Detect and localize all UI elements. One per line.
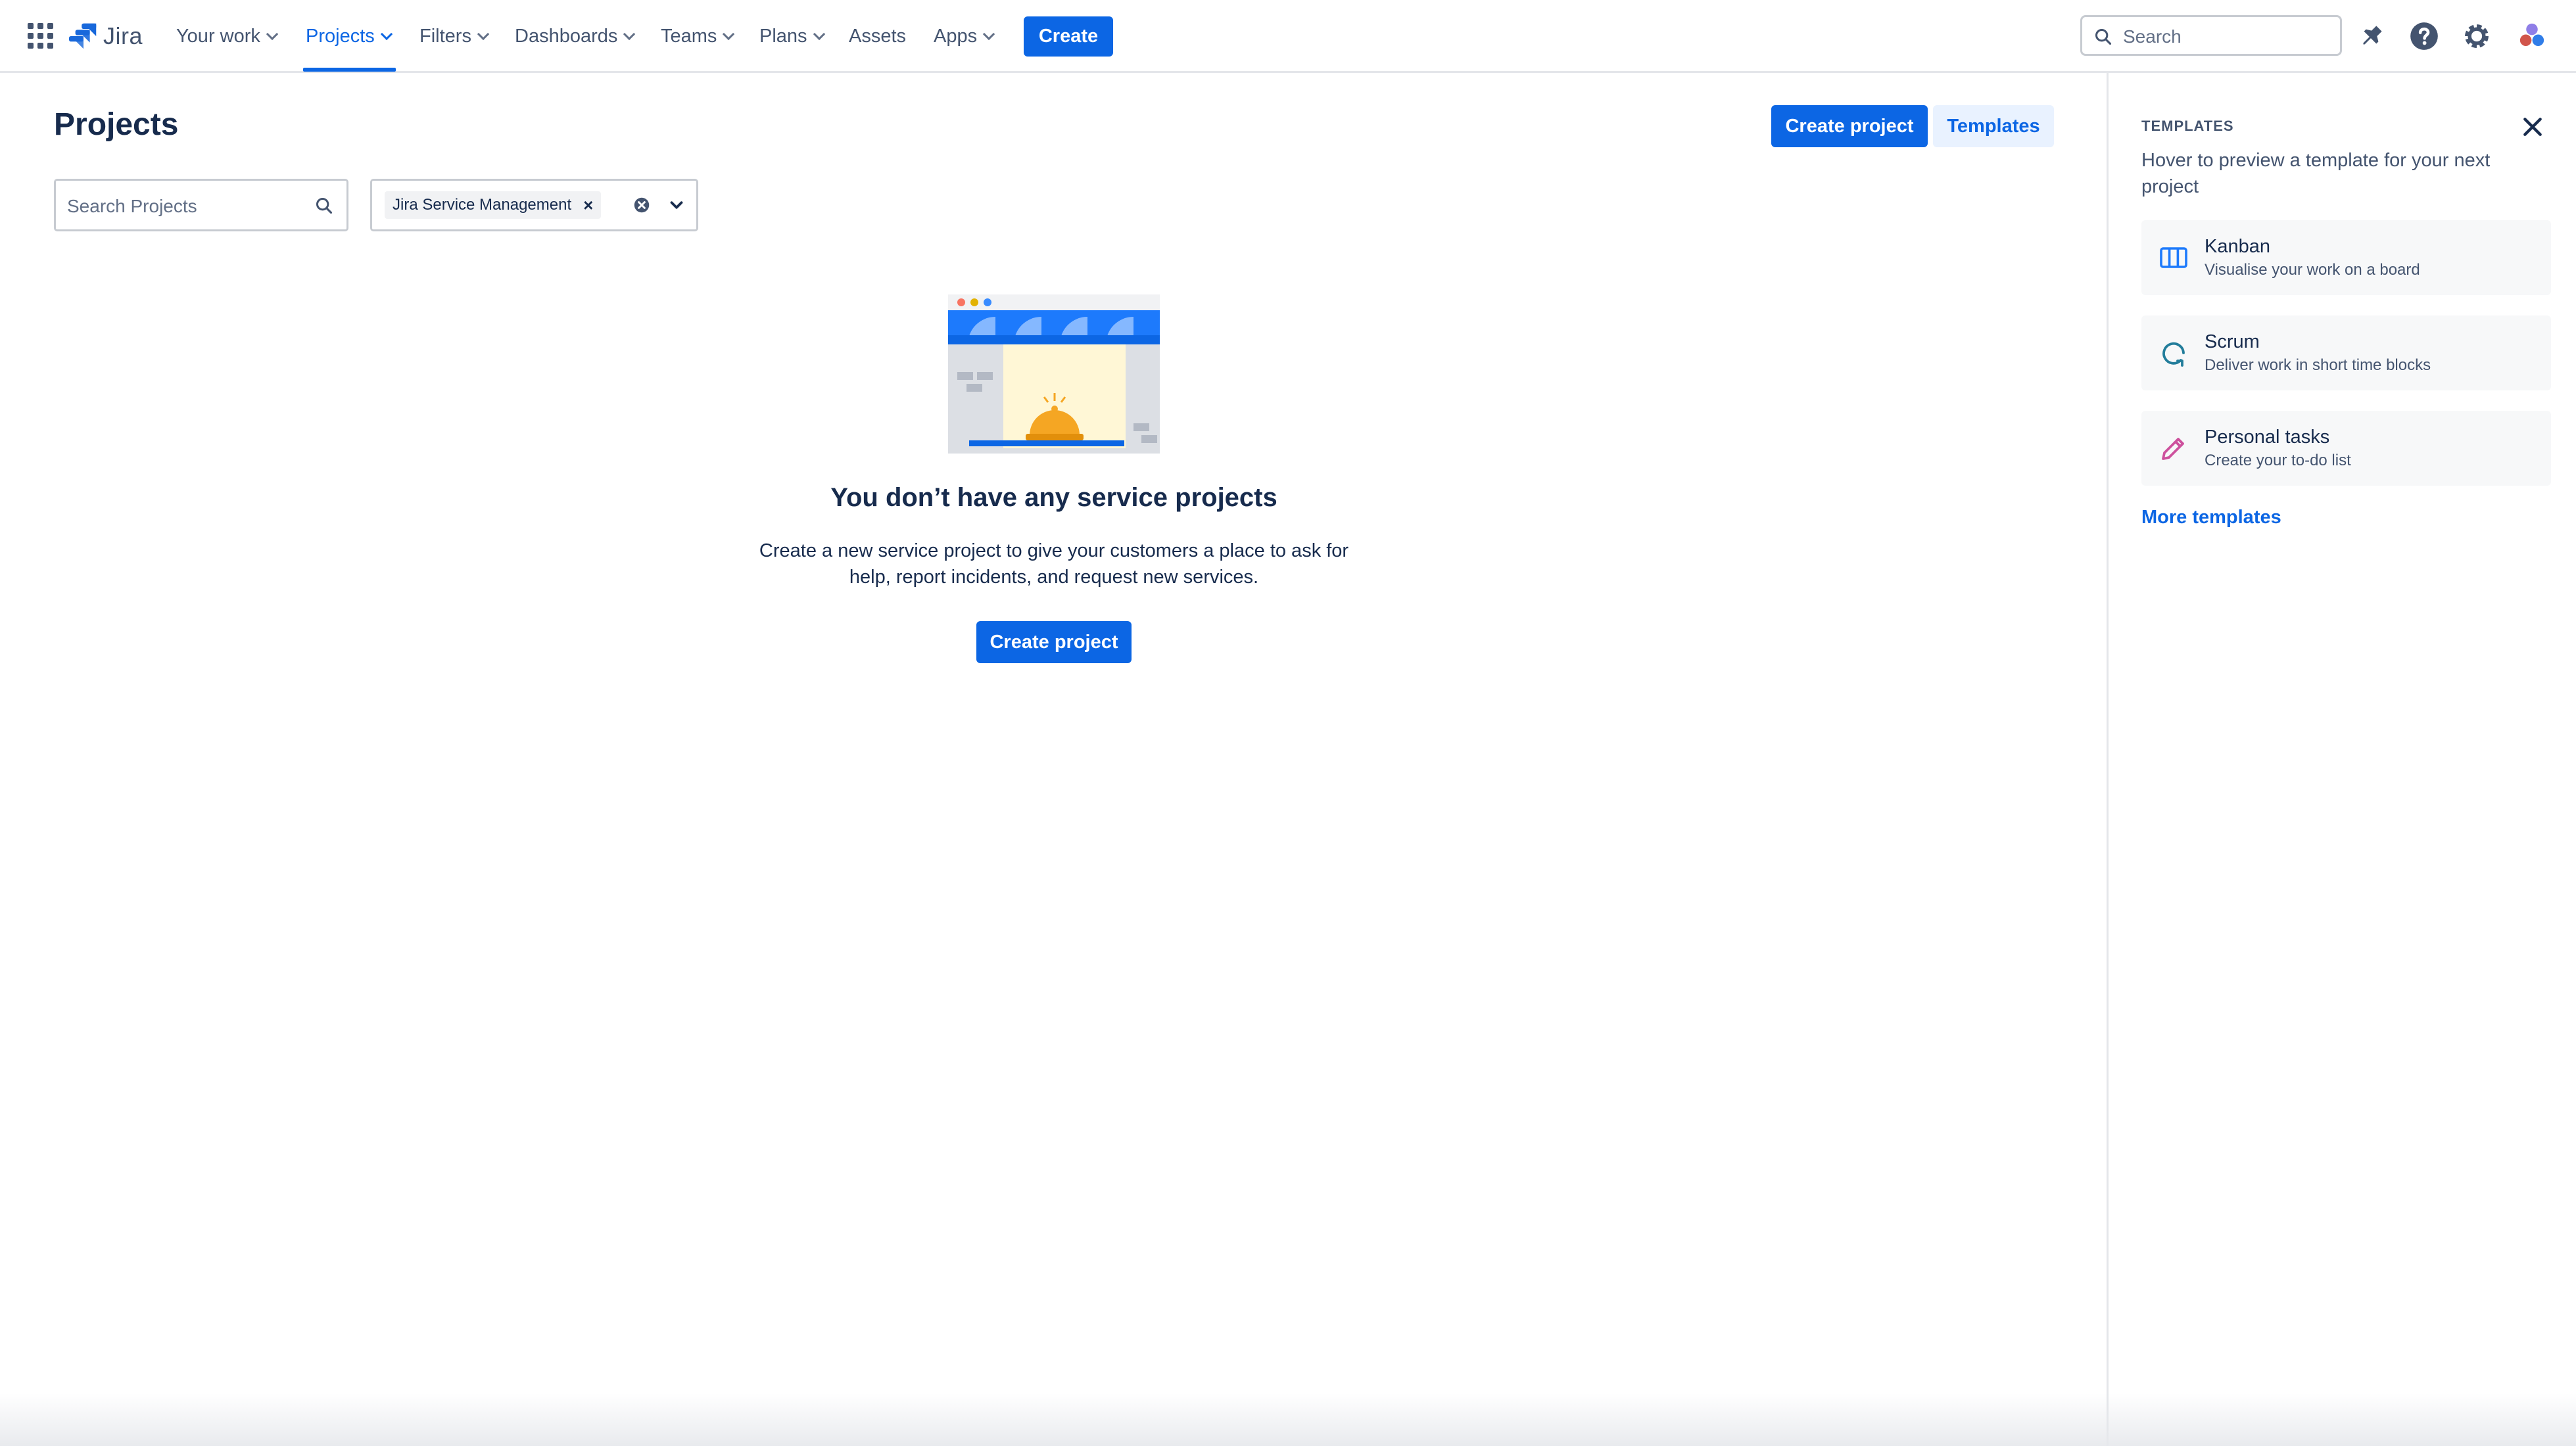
nav-label: Plans — [759, 26, 807, 47]
help-icon[interactable] — [2408, 20, 2441, 53]
empty-state-create-project-button[interactable]: Create project — [976, 621, 1132, 663]
template-description: Visualise your work on a board — [2205, 261, 2420, 279]
search-projects-input[interactable]: Search Projects — [54, 179, 348, 231]
create-project-button[interactable]: Create project — [1771, 105, 1928, 147]
empty-state-description-line: help, report incidents, and request new … — [849, 567, 1259, 588]
empty-state-description-line: Create a new service project to give you… — [759, 540, 1349, 561]
search-icon — [316, 197, 333, 214]
chip-remove-icon[interactable]: × — [583, 195, 593, 216]
nav-label: Apps — [934, 26, 978, 47]
empty-state-description: Create a new service project to give you… — [723, 538, 1385, 590]
template-name: Kanban — [2205, 236, 2270, 257]
template-card-scrum[interactable]: Scrum Deliver work in short time blocks — [2141, 315, 2551, 390]
chevron-down-icon — [266, 28, 279, 41]
jira-logo-icon — [69, 23, 97, 49]
nav-label: Projects — [306, 26, 375, 47]
kanban-board-icon — [2160, 247, 2187, 268]
product-filter-select[interactable]: Jira Service Management × — [370, 179, 698, 231]
product-chip: Jira Service Management × — [385, 191, 602, 219]
templates-panel-subtitle: Hover to preview a template for your nex… — [2141, 150, 2491, 197]
nav-dashboards[interactable]: Dashboards — [515, 0, 636, 73]
nav-your-work[interactable]: Your work — [176, 0, 279, 73]
nav-filters[interactable]: Filters — [419, 0, 490, 73]
chevron-down-icon — [380, 28, 393, 41]
chevron-down-icon — [477, 28, 490, 41]
template-description: Create your to-do list — [2205, 452, 2351, 469]
chevron-down-icon — [813, 28, 825, 41]
pencil-icon — [2162, 438, 2184, 460]
nav-label: Assets — [849, 26, 907, 47]
templates-panel: TEMPLATES Hover to preview a template fo… — [2107, 73, 2576, 1446]
chevron-down-icon — [982, 28, 995, 41]
template-name: Personal tasks — [2205, 427, 2330, 448]
notifications-icon[interactable] — [2355, 20, 2388, 53]
empty-state-title: You don’t have any service projects — [830, 483, 1277, 512]
top-navigation: Jira Your work Projects Filters Dashboar… — [0, 0, 2576, 73]
page-title: Projects — [54, 107, 179, 142]
search-placeholder: Search — [2123, 26, 2182, 47]
search-icon — [2095, 28, 2112, 45]
product-chip-label: Jira Service Management — [393, 196, 572, 214]
templates-panel-heading: TEMPLATES — [2141, 118, 2234, 134]
service-desk-illustration — [948, 294, 1160, 454]
profile-avatar[interactable] — [2516, 20, 2548, 53]
search-projects-placeholder: Search Projects — [67, 196, 197, 216]
clear-icon[interactable] — [632, 195, 652, 215]
create-button[interactable]: Create — [1024, 16, 1113, 57]
nav-plans[interactable]: Plans — [759, 0, 825, 73]
chevron-down-icon[interactable] — [667, 195, 686, 215]
nav-label: Dashboards — [515, 26, 618, 47]
close-icon[interactable] — [2519, 114, 2546, 140]
global-search-input[interactable]: Search — [2080, 15, 2342, 56]
template-card-kanban[interactable]: Kanban Visualise your work on a board — [2141, 220, 2551, 295]
chevron-down-icon — [623, 28, 636, 41]
logo-text: Jira — [103, 22, 143, 49]
more-templates-link[interactable]: More templates — [2141, 507, 2281, 528]
templates-button[interactable]: Templates — [1933, 105, 2054, 147]
nav-label: Teams — [661, 26, 717, 47]
template-card-personal-tasks[interactable]: Personal tasks Create your to-do list — [2141, 411, 2551, 486]
nav-label: Filters — [419, 26, 471, 47]
nav-label: Your work — [176, 26, 260, 47]
nav-assets[interactable]: Assets — [849, 0, 906, 73]
scrum-cycle-icon — [2162, 342, 2185, 367]
template-name: Scrum — [2205, 331, 2260, 352]
nav-projects[interactable]: Projects — [306, 0, 393, 73]
app-switcher-icon[interactable] — [28, 23, 54, 49]
template-description: Deliver work in short time blocks — [2205, 356, 2431, 374]
settings-icon[interactable] — [2460, 20, 2493, 53]
chevron-down-icon — [723, 28, 735, 41]
nav-teams[interactable]: Teams — [661, 0, 735, 73]
active-tab-indicator — [303, 68, 396, 72]
bottom-shadow — [0, 1393, 2576, 1446]
jira-logo[interactable]: Jira — [69, 20, 143, 53]
nav-apps[interactable]: Apps — [934, 0, 995, 73]
